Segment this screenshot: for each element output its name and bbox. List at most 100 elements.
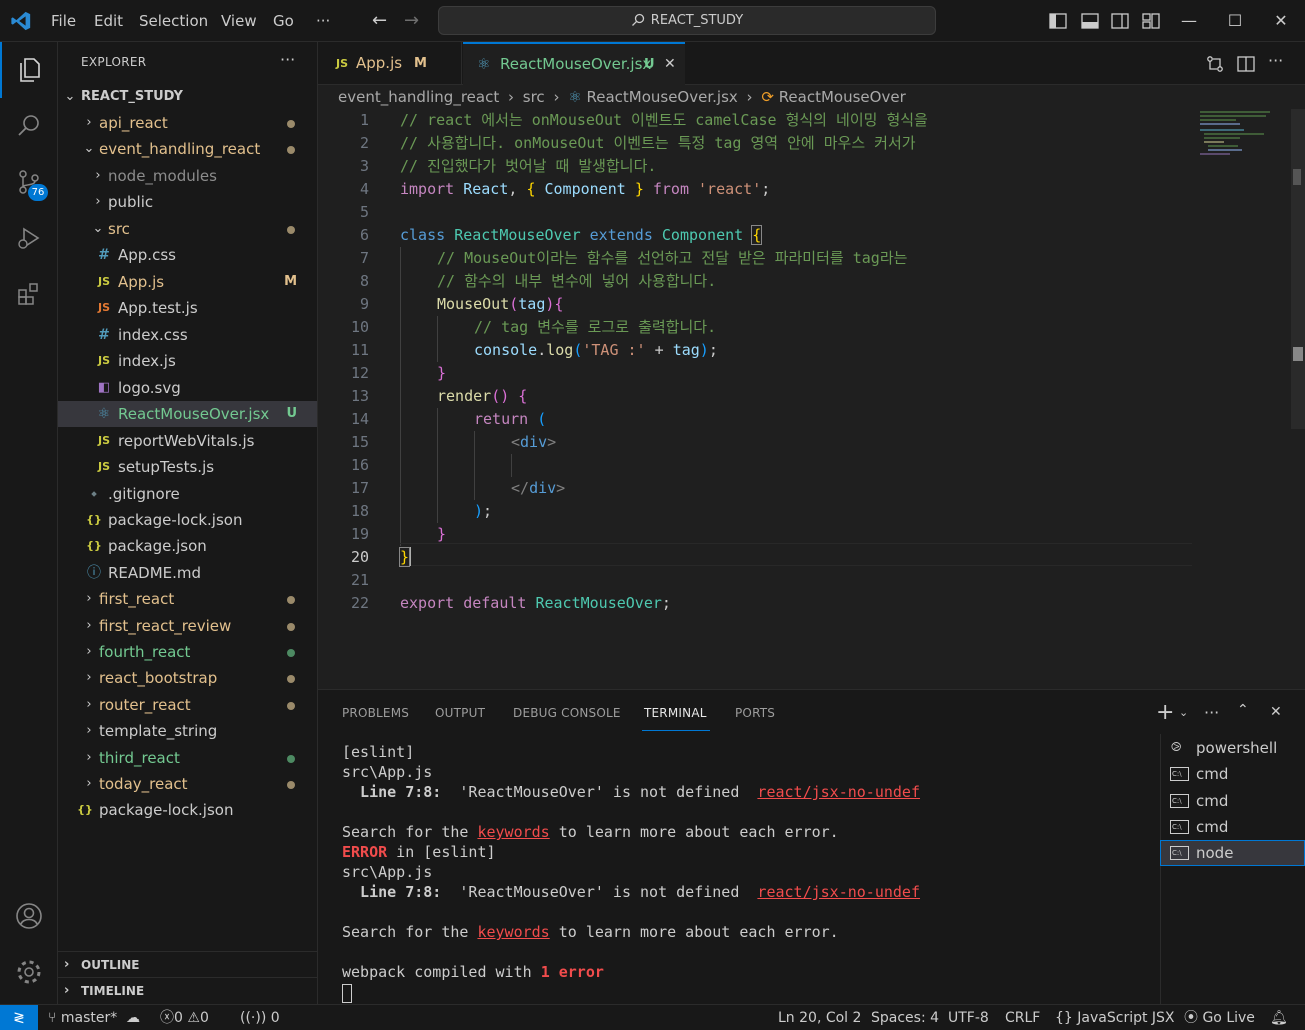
indentation[interactable]: Spaces: 4 <box>871 1005 939 1030</box>
tab-react-mouse-over[interactable]: ⚛ ReactMouseOver.jsx U ✕ <box>463 42 685 85</box>
remote-indicator-icon[interactable]: ≷ <box>0 1005 38 1030</box>
breadcrumb-item[interactable]: src <box>523 88 545 106</box>
extensions-activity[interactable] <box>0 266 58 322</box>
run-debug-activity[interactable] <box>0 210 58 266</box>
tree-file[interactable]: JS setupTests.js <box>58 454 317 480</box>
go-live-button[interactable]: ⦿ Go Live <box>1184 1005 1255 1030</box>
tree-file[interactable]: # index.css <box>58 322 317 348</box>
tab-problems[interactable]: PROBLEMS <box>342 706 409 720</box>
encoding[interactable]: UTF-8 <box>948 1005 989 1030</box>
minimize-button[interactable]: — <box>1166 0 1212 42</box>
explorer-activity[interactable] <box>0 42 58 98</box>
search-activity[interactable] <box>0 98 58 154</box>
cursor-position[interactable]: Ln 20, Col 2 <box>778 1005 861 1030</box>
editor-more-actions-icon[interactable]: ··· <box>1268 51 1283 70</box>
tree-file[interactable]: # App.css <box>58 242 317 268</box>
tree-folder[interactable]: ⌄ event_handling_react <box>58 136 317 162</box>
editor-scrollbar[interactable] <box>1291 109 1305 429</box>
terminal-instance[interactable]: C:\ cmd <box>1160 788 1305 814</box>
forward-arrow-icon[interactable]: → <box>404 0 419 42</box>
tab-output[interactable]: OUTPUT <box>435 706 485 720</box>
tree-folder[interactable]: › api_react <box>58 110 317 136</box>
tab-ports[interactable]: PORTS <box>735 706 775 720</box>
menu-view[interactable]: View <box>221 0 257 42</box>
scrollbar-thumb[interactable] <box>1293 169 1301 185</box>
tab-debug-console[interactable]: DEBUG CONSOLE <box>513 706 621 720</box>
tree-folder[interactable]: › react_bootstrap <box>58 665 317 691</box>
maximize-panel-icon[interactable]: ⌃ <box>1237 702 1249 718</box>
tree-folder[interactable]: › template_string <box>58 718 317 744</box>
close-window-button[interactable]: ✕ <box>1258 0 1304 42</box>
tab-terminal[interactable]: TERMINAL <box>644 706 707 720</box>
terminal-instance[interactable]: C:\ cmd <box>1160 814 1305 840</box>
breadcrumb-item[interactable]: ReactMouseOver <box>779 88 906 106</box>
breadcrumb-item[interactable]: event_handling_react <box>338 88 499 106</box>
explorer-more-actions[interactable]: ··· <box>280 50 295 69</box>
tree-file[interactable]: ◧ logo.svg <box>58 375 317 401</box>
manage-activity[interactable] <box>0 944 58 1000</box>
bell-icon[interactable]: 🔔︎ <box>1270 1005 1288 1030</box>
toggle-primary-sidebar-icon[interactable] <box>1048 11 1068 31</box>
token[interactable]: react/jsx-no-undef <box>757 883 920 901</box>
sync-icon[interactable]: ☁ <box>126 1005 140 1030</box>
menu-edit[interactable]: Edit <box>94 0 123 42</box>
minimap[interactable] <box>1200 109 1275 157</box>
token[interactable]: react/jsx-no-undef <box>757 783 920 801</box>
token[interactable]: keywords <box>477 823 549 841</box>
terminal-instance[interactable]: C:\ cmd <box>1160 761 1305 787</box>
open-changes-icon[interactable] <box>1205 54 1225 74</box>
toggle-secondary-sidebar-icon[interactable] <box>1110 11 1130 31</box>
tree-folder[interactable]: › router_react <box>58 692 317 718</box>
outline-section[interactable]: › OUTLINE <box>58 951 317 977</box>
branch-indicator[interactable]: ⑂ master* <box>48 1005 117 1030</box>
back-arrow-icon[interactable]: ← <box>372 0 387 42</box>
tree-folder[interactable]: › first_react <box>58 586 317 612</box>
terminal-instance[interactable]: ⧁ powershell <box>1160 735 1305 761</box>
command-center-search[interactable]: REACT_STUDY <box>438 6 936 35</box>
tree-folder[interactable]: › first_react_review <box>58 613 317 639</box>
language-mode[interactable]: {} JavaScript JSX <box>1055 1005 1175 1030</box>
tab-app-js[interactable]: JS App.js M <box>318 42 462 85</box>
workspace-root[interactable]: ⌄ REACT_STUDY <box>58 84 317 110</box>
split-editor-icon[interactable] <box>1236 54 1256 74</box>
tree-folder[interactable]: › today_react <box>58 771 317 797</box>
terminal-instance[interactable]: C:\ node <box>1160 840 1305 866</box>
tree-folder[interactable]: › third_react <box>58 745 317 771</box>
chevron-down-icon[interactable]: ⌄ <box>1179 706 1188 719</box>
customize-layout-icon[interactable] <box>1141 11 1161 31</box>
ports-indicator[interactable]: ((·)) 0 <box>240 1005 280 1030</box>
tree-file[interactable]: {} package.json <box>58 533 317 559</box>
terminal-output[interactable]: [eslint] src\App.js Line 7:8: 'ReactMous… <box>318 738 1158 1005</box>
tree-file[interactable]: JS reportWebVitals.js <box>58 428 317 454</box>
tree-file[interactable]: JS App.js M <box>58 269 317 295</box>
close-panel-icon[interactable]: ✕ <box>1270 704 1282 720</box>
new-terminal-icon[interactable]: + <box>1156 700 1174 725</box>
breadcrumb-item[interactable]: ReactMouseOver.jsx <box>586 88 737 106</box>
tree-folder[interactable]: › fourth_react <box>58 639 317 665</box>
menu-go[interactable]: Go <box>273 0 294 42</box>
tree-file[interactable]: ⚛ ReactMouseOver.jsx U <box>58 401 317 427</box>
tree-folder[interactable]: › node_modules <box>58 163 317 189</box>
toggle-panel-icon[interactable] <box>1080 11 1100 31</box>
tree-file[interactable]: ⬩ .gitignore <box>58 481 317 507</box>
panel-more-actions-icon[interactable]: ··· <box>1204 703 1219 722</box>
timeline-section[interactable]: › TIMELINE <box>58 977 317 1003</box>
tree-folder[interactable]: ⌄ src <box>58 216 317 242</box>
tree-file[interactable]: JS App.test.js <box>58 295 317 321</box>
tree-file[interactable]: {} package-lock.json <box>58 507 317 533</box>
menu-file[interactable]: File <box>51 0 76 42</box>
tree-folder[interactable]: › public <box>58 189 317 215</box>
end-of-line[interactable]: CRLF <box>1005 1005 1040 1030</box>
menu-more[interactable]: ··· <box>316 0 330 42</box>
tree-file[interactable]: {} package-lock.json <box>58 797 317 823</box>
tree-file[interactable]: ⓘ README.md <box>58 560 317 586</box>
close-tab-icon[interactable]: ✕ <box>664 44 676 85</box>
tree-file[interactable]: JS index.js <box>58 348 317 374</box>
token[interactable]: keywords <box>477 923 549 941</box>
maximize-button[interactable]: ☐ <box>1212 0 1258 42</box>
code-editor[interactable]: 1 2 3 4 5 6 7 8 9 10 11 12 13 14 15 16 17 18 19 20 21 22 // r… <box>318 109 1305 689</box>
menu-selection[interactable]: Selection <box>139 0 208 42</box>
source-control-activity[interactable]: 76 <box>0 154 58 210</box>
problems-indicator[interactable]: ⓧ0 ⚠0 <box>160 1005 209 1030</box>
accounts-activity[interactable] <box>0 888 58 944</box>
